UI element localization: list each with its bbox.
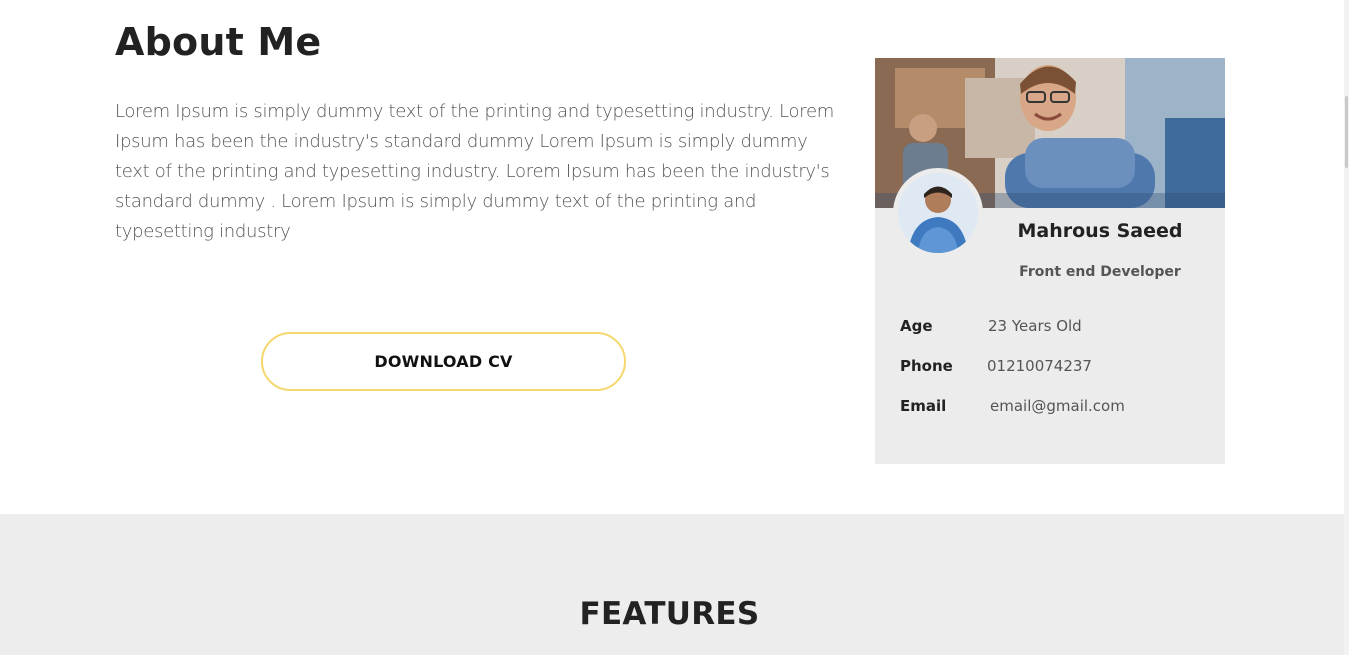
features-title: FEATURES	[579, 596, 760, 632]
info-value-email: email@gmail.com	[990, 397, 1125, 415]
avatar-photo	[898, 173, 978, 253]
info-row-age: Age 23 Years Old	[900, 317, 1220, 339]
info-row-phone: Phone 01210074237	[900, 357, 1220, 379]
download-cv-button[interactable]: DOWNLOAD CV	[261, 332, 626, 391]
info-value-phone: 01210074237	[987, 357, 1092, 375]
features-section: FEATURES	[0, 514, 1344, 655]
profile-role: Front end Developer	[1019, 264, 1181, 280]
profile-card: Mahrous Saeed Front end Developer Age 23…	[875, 58, 1225, 464]
scrollbar-thumb[interactable]	[1345, 96, 1348, 168]
about-title: About Me	[115, 20, 322, 64]
page-scrollbar[interactable]	[1344, 0, 1349, 655]
avatar	[893, 168, 983, 258]
page: About Me Lorem Ipsum is simply dummy tex…	[0, 0, 1349, 655]
info-row-email: Email email@gmail.com	[900, 397, 1220, 419]
profile-name: Mahrous Saeed	[1017, 220, 1183, 242]
info-label-email: Email	[900, 397, 947, 415]
info-label-phone: Phone	[900, 357, 953, 375]
about-description: Lorem Ipsum is simply dummy text of the …	[115, 101, 834, 242]
info-value-age: 23 Years Old	[988, 317, 1082, 335]
info-label-age: Age	[900, 317, 933, 335]
